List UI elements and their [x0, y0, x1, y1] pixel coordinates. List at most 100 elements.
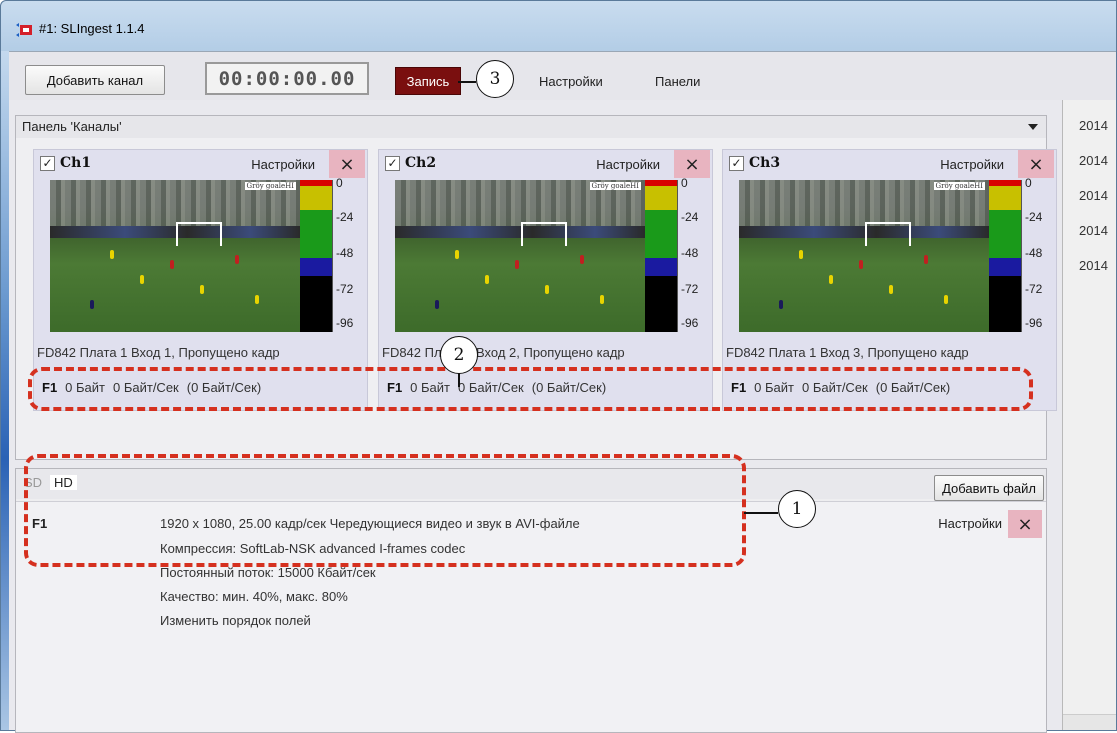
video-player — [435, 300, 439, 309]
video-adboard — [395, 226, 645, 238]
video-preview: Gröy goaleHI — [50, 180, 300, 332]
video-player — [829, 275, 833, 284]
format-bitrate: Постоянный поток: 15000 Кбайт/сек — [160, 565, 376, 580]
panels-menu[interactable]: Панели — [655, 74, 700, 89]
right-list-item[interactable]: 2014 — [1079, 153, 1108, 168]
channel-settings-link[interactable]: Настройки — [596, 157, 660, 172]
channel-header: ✓ Ch2 Настройки × — [379, 150, 712, 180]
video-player — [90, 300, 94, 309]
title-bar: #1: SLIngest 1.1.4 — [1, 1, 1116, 51]
channels-panel-header: Панель 'Каналы' — [16, 116, 1046, 138]
video-goal — [521, 222, 567, 246]
channel-close-button[interactable]: × — [674, 150, 710, 178]
toolbar: Добавить канал 00:00:00.00 Запись Настро… — [9, 52, 1116, 100]
meter-scale: 0 -24 -48 -72 -96 — [332, 176, 362, 332]
meter-yellow — [645, 186, 677, 210]
video-watermark: Gröy goaleHI — [933, 182, 985, 190]
right-list-item[interactable]: 2014 — [1079, 118, 1108, 133]
app-window: #1: SLIngest 1.1.4 Добавить канал 00:00:… — [0, 0, 1117, 733]
video-player — [600, 295, 604, 304]
format-quality: Качество: мин. 40%, макс. 80% — [160, 589, 348, 604]
right-list-item[interactable]: 2014 — [1079, 258, 1108, 273]
video-preview: Gröy goaleHI — [739, 180, 989, 332]
channel-enable-checkbox[interactable]: ✓ — [385, 156, 400, 171]
video-player — [545, 285, 549, 294]
window-title: #1: SLIngest 1.1.4 — [39, 21, 145, 36]
channel-source-info: FD842 Плата 1 Вход 2, Пропущено кадр — [382, 345, 625, 360]
annotation-box-1 — [24, 454, 746, 567]
channel-source-info: FD842 Плата 1 Вход 3, Пропущено кадр — [726, 345, 969, 360]
record-button[interactable]: Запись — [395, 67, 461, 95]
meter-black — [989, 276, 1021, 332]
scale-label: -48 — [336, 246, 354, 260]
add-channel-button[interactable]: Добавить канал — [25, 65, 165, 95]
callout-3: 3 — [476, 60, 514, 98]
video-adboard — [50, 226, 300, 238]
video-player — [140, 275, 144, 284]
app-icon — [16, 23, 32, 37]
audio-level-meter — [300, 180, 332, 332]
video-player — [889, 285, 893, 294]
channel-enable-checkbox[interactable]: ✓ — [729, 156, 744, 171]
channels-panel-title: Панель 'Каналы' — [22, 119, 122, 134]
video-player — [255, 295, 259, 304]
audio-level-meter — [989, 180, 1021, 332]
callout-2: 2 — [440, 336, 478, 374]
meter-blue — [989, 258, 1021, 276]
video-player — [170, 260, 174, 269]
settings-menu[interactable]: Настройки — [539, 74, 603, 89]
video-player — [859, 260, 863, 269]
scale-label: -24 — [1025, 210, 1043, 224]
video-player — [799, 250, 803, 259]
video-watermark: Gröy goaleHI — [589, 182, 641, 190]
meter-scale: 0 -24 -48 -72 -96 — [1021, 176, 1051, 332]
meter-yellow — [989, 186, 1021, 210]
scale-label: -24 — [336, 210, 354, 224]
scale-label: 0 — [336, 176, 343, 190]
annotation-box-2 — [28, 367, 1033, 411]
channel-name: Ch2 — [405, 155, 437, 171]
channel-header: ✓ Ch3 Настройки × — [723, 150, 1056, 180]
channel-header: ✓ Ch1 Настройки × — [34, 150, 367, 180]
right-panel-scrollbar[interactable] — [1063, 714, 1116, 730]
video-watermark: Gröy goaleHI — [244, 182, 296, 190]
right-list-item[interactable]: 2014 — [1079, 223, 1108, 238]
scale-label: -48 — [1025, 246, 1043, 260]
video-player — [944, 295, 948, 304]
channel-name: Ch1 — [60, 155, 92, 171]
meter-yellow — [300, 186, 332, 210]
window-left-edge — [1, 51, 9, 730]
add-file-button[interactable]: Добавить файл — [934, 475, 1044, 501]
channel-enable-checkbox[interactable]: ✓ — [40, 156, 55, 171]
channel-close-button[interactable]: × — [1018, 150, 1054, 178]
meter-black — [300, 276, 332, 332]
video-player — [200, 285, 204, 294]
right-list-item[interactable]: 2014 — [1079, 188, 1108, 203]
meter-green — [300, 210, 332, 258]
video-player — [515, 260, 519, 269]
channel-settings-link[interactable]: Настройки — [940, 157, 1004, 172]
video-player — [924, 255, 928, 264]
meter-blue — [300, 258, 332, 276]
channel-close-button[interactable]: × — [329, 150, 365, 178]
channel-settings-link[interactable]: Настройки — [251, 157, 315, 172]
scale-label: -96 — [681, 316, 699, 330]
scale-label: -48 — [681, 246, 699, 260]
meter-scale: 0 -24 -48 -72 -96 — [677, 176, 707, 332]
format-close-button[interactable]: × — [1008, 510, 1042, 538]
meter-green — [645, 210, 677, 258]
scale-label: -24 — [681, 210, 699, 224]
callout-1-line — [744, 512, 778, 514]
meter-black — [645, 276, 677, 332]
video-adboard — [739, 226, 989, 238]
video-preview: Gröy goaleHI — [395, 180, 645, 332]
panel-dropdown-icon[interactable] — [1028, 124, 1038, 130]
format-settings-link[interactable]: Настройки — [938, 516, 1002, 531]
video-goal — [865, 222, 911, 246]
right-panel: 2014 2014 2014 2014 2014 — [1062, 100, 1116, 730]
scale-label: -72 — [681, 282, 699, 296]
scale-label: 0 — [1025, 176, 1032, 190]
change-field-order-link[interactable]: Изменить порядок полей — [160, 613, 311, 628]
callout-3-line — [458, 81, 476, 83]
scale-label: -96 — [336, 316, 354, 330]
